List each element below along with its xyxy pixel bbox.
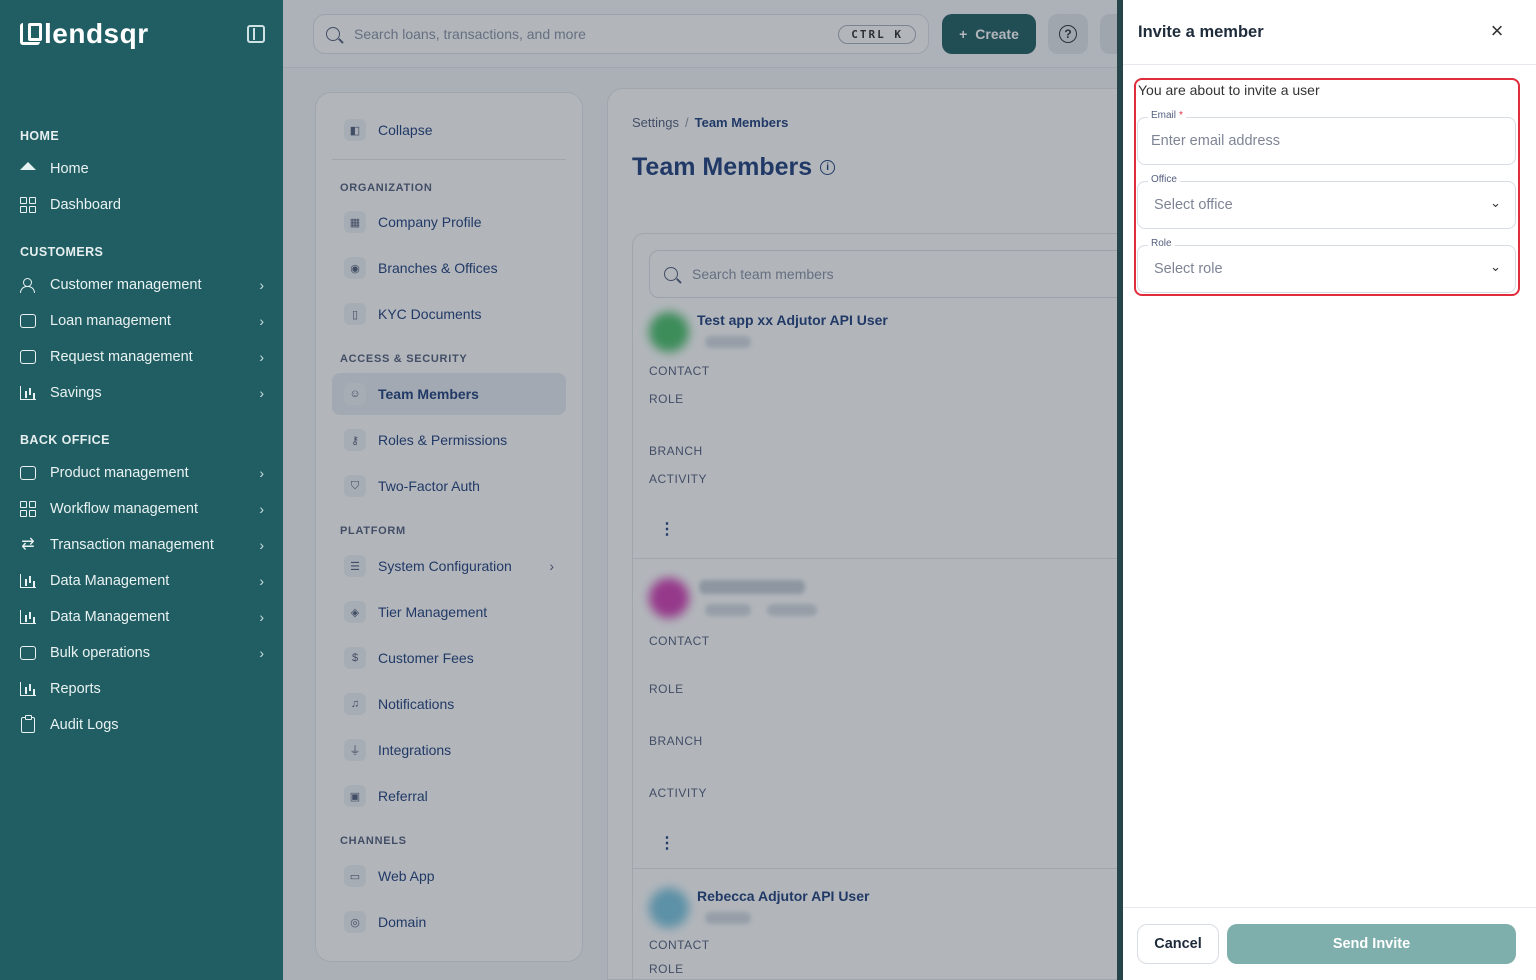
sidebar-item-label: Request management: [50, 349, 193, 365]
modal-backdrop[interactable]: [283, 0, 1119, 980]
chevron-right-icon: ›: [259, 465, 264, 481]
invite-member-panel: Invite a member × You are about to invit…: [1123, 0, 1536, 980]
sidebar-item-savings[interactable]: Savings ›: [18, 378, 268, 408]
email-input[interactable]: [1151, 118, 1491, 164]
inbox-icon: [18, 347, 38, 367]
sidebar-item-dashboard[interactable]: Dashboard: [18, 190, 268, 220]
close-icon[interactable]: ×: [1486, 20, 1508, 42]
bar-chart-icon: [18, 679, 38, 699]
sidebar-item-label: Customer management: [50, 277, 202, 293]
transfer-icon: ⇄: [21, 536, 35, 553]
sidebar-item-label: Dashboard: [50, 197, 121, 213]
sidebar-item-label: Loan management: [50, 313, 171, 329]
chevron-right-icon: ›: [259, 313, 264, 329]
sidebar-item-customer-management[interactable]: Customer management ›: [18, 270, 268, 300]
invite-intro-text: You are about to invite a user: [1138, 82, 1320, 98]
sidebar-item-label: Reports: [50, 681, 101, 697]
sidebar-item-label: Product management: [50, 465, 189, 481]
sidebar-item-audit-logs[interactable]: Audit Logs: [18, 710, 268, 740]
sidebar-item-request-management[interactable]: Request management ›: [18, 342, 268, 372]
sidebar-item-label: Data Management: [50, 609, 170, 625]
sidebar-item-workflow-management[interactable]: Workflow management ›: [18, 494, 268, 524]
role-select[interactable]: Role Select role ⌄: [1137, 238, 1516, 293]
send-invite-button[interactable]: Send Invite: [1227, 924, 1516, 964]
bar-chart-icon: [18, 607, 38, 627]
email-field: Email *: [1137, 110, 1516, 165]
office-select[interactable]: Office Select office ⌄: [1137, 174, 1516, 229]
chevron-right-icon: ›: [259, 277, 264, 293]
chevron-right-icon: ›: [259, 573, 264, 589]
sidebar-item-data-management-2[interactable]: Data Management ›: [18, 602, 268, 632]
sidebar-item-bulk-operations[interactable]: Bulk operations ›: [18, 638, 268, 668]
bar-chart-icon: [18, 571, 38, 591]
home-icon: [18, 159, 38, 179]
role-select-value: Select role: [1154, 261, 1223, 277]
brand-name: lendsqr: [44, 18, 149, 49]
building-icon: [18, 383, 38, 403]
sidebar-item-product-management[interactable]: Product management ›: [18, 458, 268, 488]
main-sidebar: lendsqr HOME Home Dashboard CUSTOMERS Cu…: [0, 0, 283, 980]
clipboard-icon: [18, 715, 38, 735]
sidebar-collapse-icon[interactable]: [247, 25, 265, 43]
sidebar-item-loan-management[interactable]: Loan management ›: [18, 306, 268, 336]
chevron-right-icon: ›: [259, 501, 264, 517]
sidebar-item-data-management[interactable]: Data Management ›: [18, 566, 268, 596]
sidebar-item-home[interactable]: Home: [18, 154, 268, 184]
dashboard-icon: [18, 195, 38, 215]
sidebar-item-label: Workflow management: [50, 501, 199, 517]
sidebar-item-reports[interactable]: Reports: [18, 674, 268, 704]
brand-logo[interactable]: lendsqr: [20, 18, 149, 50]
sidebar-item-transaction-management[interactable]: ⇄ Transaction management ›: [18, 530, 268, 560]
money-icon: [18, 311, 38, 331]
sidebar-item-label: Transaction management: [50, 537, 214, 553]
chevron-right-icon: ›: [259, 645, 264, 661]
workflow-icon: [18, 499, 38, 519]
cancel-button[interactable]: Cancel: [1137, 924, 1219, 964]
role-label: Role: [1148, 238, 1175, 249]
logo-mark-icon: [20, 23, 42, 45]
section-title-customers: CUSTOMERS: [20, 245, 104, 259]
sidebar-item-label: Home: [50, 161, 89, 177]
office-label: Office: [1148, 174, 1180, 185]
chevron-right-icon: ›: [259, 385, 264, 401]
users-icon: [18, 275, 38, 295]
chevron-down-icon: ⌄: [1490, 195, 1501, 210]
divider: [1123, 907, 1536, 908]
inbox-icon: [18, 643, 38, 663]
section-title-back-office: BACK OFFICE: [20, 433, 110, 447]
divider: [1123, 64, 1536, 65]
chevron-right-icon: ›: [259, 537, 264, 553]
box-icon: [18, 463, 38, 483]
office-select-value: Select office: [1154, 197, 1233, 213]
chevron-right-icon: ›: [259, 349, 264, 365]
sidebar-item-label: Bulk operations: [50, 645, 150, 661]
chevron-down-icon: ⌄: [1490, 259, 1501, 274]
sidebar-item-label: Data Management: [50, 573, 170, 589]
sidebar-item-label: Savings: [50, 385, 102, 401]
chevron-right-icon: ›: [259, 609, 264, 625]
panel-title: Invite a member: [1138, 23, 1264, 41]
section-title-home: HOME: [20, 129, 60, 143]
sidebar-item-label: Audit Logs: [50, 717, 119, 733]
